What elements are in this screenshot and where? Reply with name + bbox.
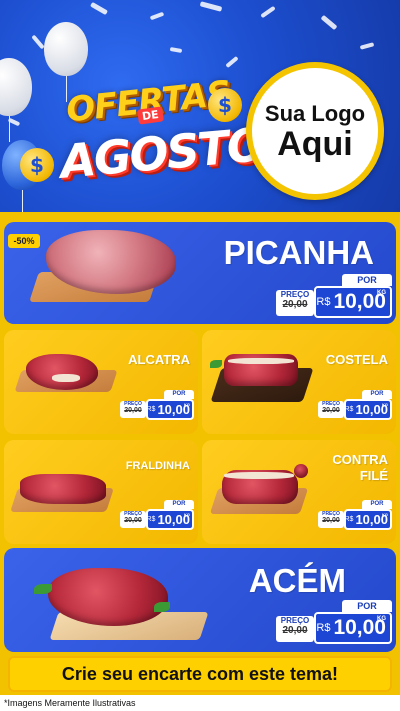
old-price-value: 20,00 xyxy=(322,517,340,524)
confetti xyxy=(260,5,276,19)
product-name: FRALDINHA xyxy=(125,460,190,472)
price-tag: POR KG R$ 10,00 PREÇO 20,00 xyxy=(276,600,392,646)
product-name: PICANHA xyxy=(223,234,374,271)
old-price-value: 20,00 xyxy=(282,625,308,636)
meat-fat xyxy=(224,472,294,479)
herb-icon xyxy=(210,360,222,368)
confetti xyxy=(320,14,338,31)
current-price: KG R$ 10,00 xyxy=(344,399,392,420)
price-tag: POR KG R$ 10,00 PREÇO 20,00 xyxy=(318,390,392,420)
currency: R$ xyxy=(316,622,331,634)
current-price: KG R$ 10,00 xyxy=(146,399,194,420)
currency: R$ xyxy=(146,516,156,523)
unit-label: KG xyxy=(382,402,388,407)
price-tag: POR KG R$ 10,00 PREÇO 20,00 xyxy=(120,500,194,530)
dollar-coin-icon: $ xyxy=(20,148,54,182)
old-price-value: 20,00 xyxy=(124,517,142,524)
por-label: POR xyxy=(362,390,392,399)
old-price: PREÇO 20,00 xyxy=(276,290,314,316)
product-name: COSTELA xyxy=(325,352,388,367)
preco-label: PREÇO xyxy=(280,616,310,625)
currency: R$ xyxy=(316,296,331,308)
current-price: KG R$ 10,00 xyxy=(314,612,392,644)
por-label: POR xyxy=(164,500,194,509)
currency: R$ xyxy=(146,406,156,413)
preco-label: PREÇO xyxy=(280,290,310,299)
current-price: KG R$ 10,00 xyxy=(344,509,392,530)
por-label: POR xyxy=(342,274,392,286)
price-tag: POR KG R$ 10,00 PREÇO 20,00 xyxy=(276,274,392,320)
old-price: PREÇO 20,00 xyxy=(318,511,344,528)
confetti xyxy=(149,11,165,21)
meat-fat xyxy=(52,374,80,382)
title-de: DE xyxy=(137,106,164,125)
herb-icon xyxy=(34,584,52,594)
price-tag: POR KG R$ 10,00 PREÇO 20,00 xyxy=(120,390,194,420)
old-price-value: 20,00 xyxy=(282,299,308,310)
por-label: POR xyxy=(342,600,392,612)
product-name: ACÉM xyxy=(248,562,346,599)
balloon xyxy=(44,22,88,102)
discount-badge: -50% xyxy=(8,234,40,248)
herb-icon xyxy=(154,602,170,612)
unit-label: KG xyxy=(377,290,386,296)
confetti xyxy=(31,34,45,50)
old-price-value: 20,00 xyxy=(322,407,340,414)
price-tag: POR KG R$ 10,00 PREÇO 20,00 xyxy=(318,500,392,530)
current-price: KG R$ 10,00 xyxy=(314,286,392,318)
confetti xyxy=(359,42,375,50)
logo-text-line1: Sua Logo xyxy=(264,101,366,126)
unit-label: KG xyxy=(184,402,190,407)
confetti xyxy=(199,1,223,12)
meat-fat xyxy=(228,358,294,364)
old-price: PREÇO 20,00 xyxy=(120,401,146,418)
currency: R$ xyxy=(344,406,354,413)
unit-label: KG xyxy=(184,512,190,517)
unit-label: KG xyxy=(377,616,386,622)
por-label: POR xyxy=(164,390,194,399)
current-price: KG R$ 10,00 xyxy=(146,509,194,530)
old-price: PREÇO 20,00 xyxy=(276,616,314,642)
confetti xyxy=(225,55,239,69)
por-label: POR xyxy=(362,500,392,509)
header-banner: OFERTAS DE AGOSTO $ $ Sua Logo Aqui xyxy=(0,0,400,212)
product-name-line2: FILÉ xyxy=(359,468,388,483)
old-price: PREÇO 20,00 xyxy=(120,511,146,528)
old-price-value: 20,00 xyxy=(124,407,142,414)
unit-label: KG xyxy=(382,512,388,517)
cta-banner[interactable]: Crie seu encarte com este tema! xyxy=(8,656,392,692)
disclaimer-footer: *Imagens Meramente Ilustrativas xyxy=(0,695,400,711)
product-name: ALCATRA xyxy=(128,352,190,367)
logo-placeholder[interactable]: Sua Logo Aqui xyxy=(246,62,384,200)
currency: R$ xyxy=(344,516,354,523)
fraldinha-meat-image xyxy=(20,474,106,504)
product-name-line1: CONTRA xyxy=(332,452,388,467)
confetti xyxy=(89,1,109,16)
tomato-icon xyxy=(294,464,308,478)
product-name: CONTRA FILÉ xyxy=(332,452,388,484)
dollar-coin-icon: $ xyxy=(208,88,242,122)
campaign-title: OFERTAS DE AGOSTO $ $ xyxy=(20,74,266,193)
logo-text-line2: Aqui xyxy=(277,125,353,163)
old-price: PREÇO 20,00 xyxy=(318,401,344,418)
confetti xyxy=(169,46,183,54)
